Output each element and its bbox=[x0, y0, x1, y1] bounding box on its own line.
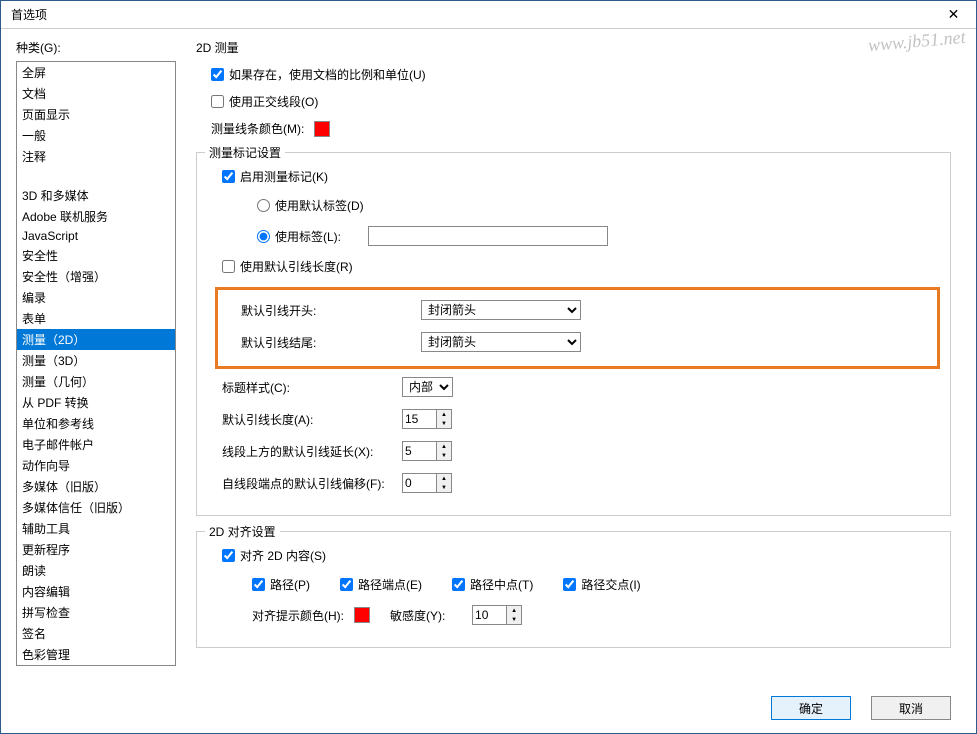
use-default-line-len-checkbox[interactable] bbox=[222, 260, 235, 273]
use-doc-scale-checkbox[interactable] bbox=[211, 68, 224, 81]
list-item[interactable]: 安全性（增强） bbox=[17, 266, 175, 287]
list-item[interactable]: 朗读 bbox=[17, 560, 175, 581]
default-line-len-input[interactable] bbox=[402, 409, 437, 429]
use-default-label-text: 使用默认标签(D) bbox=[275, 197, 364, 214]
list-item[interactable]: 一般 bbox=[17, 125, 175, 146]
spinner-up-icon[interactable]: ▲ bbox=[437, 442, 451, 451]
line-offset-end-label: 自线段端点的默认引线偏移(F): bbox=[222, 475, 402, 492]
line-color-swatch[interactable] bbox=[314, 121, 330, 137]
label-input[interactable] bbox=[368, 226, 608, 246]
list-item[interactable]: 辅助工具 bbox=[17, 518, 175, 539]
sensitivity-label: 敏感度(Y): bbox=[390, 607, 445, 624]
cancel-button[interactable]: 取消 bbox=[871, 696, 951, 720]
use-ortho-label: 使用正交线段(O) bbox=[229, 93, 318, 110]
path-end-label: 路径端点(E) bbox=[358, 576, 422, 593]
align-2d-label: 对齐 2D 内容(S) bbox=[240, 547, 326, 564]
default-line-start-select[interactable]: 封闭箭头 bbox=[421, 300, 581, 320]
hint-color-label: 对齐提示颜色(H): bbox=[252, 607, 344, 624]
line-ext-above-input[interactable] bbox=[402, 441, 437, 461]
use-default-label-radio[interactable] bbox=[257, 199, 270, 212]
default-line-end-select[interactable]: 封闭箭头 bbox=[421, 332, 581, 352]
path-mid-checkbox[interactable] bbox=[452, 578, 465, 591]
list-item[interactable]: 身份信息 bbox=[17, 665, 175, 666]
list-item[interactable]: JavaScript bbox=[17, 227, 175, 245]
path-cross-label: 路径交点(I) bbox=[581, 576, 640, 593]
line-offset-end-input[interactable] bbox=[402, 473, 437, 493]
path-label: 路径(P) bbox=[270, 576, 310, 593]
path-cross-checkbox[interactable] bbox=[563, 578, 576, 591]
path-mid-label: 路径中点(T) bbox=[470, 576, 533, 593]
line-color-label: 测量线条颜色(M): bbox=[211, 120, 304, 137]
list-item[interactable]: 测量（3D） bbox=[17, 350, 175, 371]
path-checkbox[interactable] bbox=[252, 578, 265, 591]
default-line-len-label: 默认引线长度(A): bbox=[222, 411, 402, 428]
enable-mark-label: 启用测量标记(K) bbox=[240, 168, 328, 185]
list-item[interactable]: 注释 bbox=[17, 146, 175, 167]
spinner-up-icon[interactable]: ▲ bbox=[507, 606, 521, 615]
list-item[interactable]: 拼写检查 bbox=[17, 602, 175, 623]
list-item[interactable]: 电子邮件帐户 bbox=[17, 434, 175, 455]
hint-color-swatch[interactable] bbox=[354, 607, 370, 623]
list-item[interactable]: 签名 bbox=[17, 623, 175, 644]
spinner-down-icon[interactable]: ▼ bbox=[437, 451, 451, 460]
list-item[interactable]: 编录 bbox=[17, 287, 175, 308]
spinner-down-icon[interactable]: ▼ bbox=[437, 483, 451, 492]
list-item[interactable]: 全屏 bbox=[17, 62, 175, 83]
list-item[interactable]: 单位和参考线 bbox=[17, 413, 175, 434]
list-item[interactable]: 安全性 bbox=[17, 245, 175, 266]
align-group-title: 2D 对齐设置 bbox=[205, 523, 280, 540]
mark-settings-group: 测量标记设置 启用测量标记(K) 使用默认标签(D) 使用标签(L): bbox=[196, 152, 951, 516]
list-item[interactable]: 测量（几何） bbox=[17, 371, 175, 392]
list-item[interactable]: 内容编辑 bbox=[17, 581, 175, 602]
list-item[interactable]: 测量（2D） bbox=[17, 329, 175, 350]
enable-mark-checkbox[interactable] bbox=[222, 170, 235, 183]
highlight-box: 默认引线开头: 封闭箭头 默认引线结尾: 封闭箭头 bbox=[215, 287, 940, 369]
window-title: 首选项 bbox=[11, 6, 931, 23]
align-settings-group: 2D 对齐设置 对齐 2D 内容(S) 路径(P) 路径端点(E) 路径中点(T… bbox=[196, 531, 951, 648]
path-end-checkbox[interactable] bbox=[340, 578, 353, 591]
list-item[interactable]: 表单 bbox=[17, 308, 175, 329]
mark-group-title: 测量标记设置 bbox=[205, 144, 285, 161]
list-item[interactable]: Adobe 联机服务 bbox=[17, 206, 175, 227]
spinner-up-icon[interactable]: ▲ bbox=[437, 474, 451, 483]
title-style-select[interactable]: 内部 bbox=[402, 377, 453, 397]
spinner-down-icon[interactable]: ▼ bbox=[437, 419, 451, 428]
list-item[interactable]: 多媒体（旧版） bbox=[17, 476, 175, 497]
list-item[interactable]: 文档 bbox=[17, 83, 175, 104]
list-item[interactable]: 动作向导 bbox=[17, 455, 175, 476]
titlebar: 首选项 ✕ bbox=[1, 1, 976, 29]
use-label-radio[interactable] bbox=[257, 230, 270, 243]
close-button[interactable]: ✕ bbox=[931, 1, 976, 29]
spinner-up-icon[interactable]: ▲ bbox=[437, 410, 451, 419]
use-default-line-len-label: 使用默认引线长度(R) bbox=[240, 258, 353, 275]
list-item[interactable]: 页面显示 bbox=[17, 104, 175, 125]
list-item[interactable] bbox=[17, 167, 175, 185]
use-doc-scale-label: 如果存在，使用文档的比例和单位(U) bbox=[229, 66, 426, 83]
list-item[interactable]: 从 PDF 转换 bbox=[17, 392, 175, 413]
default-line-start-label: 默认引线开头: bbox=[241, 302, 421, 319]
category-listbox[interactable]: 全屏文档页面显示一般注释 3D 和多媒体Adobe 联机服务JavaScript… bbox=[16, 61, 176, 666]
list-item[interactable]: 更新程序 bbox=[17, 539, 175, 560]
spinner-down-icon[interactable]: ▼ bbox=[507, 615, 521, 624]
list-item[interactable]: 多媒体信任（旧版） bbox=[17, 497, 175, 518]
line-ext-above-label: 线段上方的默认引线延长(X): bbox=[222, 443, 402, 460]
section-title: 2D 测量 bbox=[196, 39, 951, 56]
ok-button[interactable]: 确定 bbox=[771, 696, 851, 720]
sensitivity-input[interactable] bbox=[472, 605, 507, 625]
use-ortho-checkbox[interactable] bbox=[211, 95, 224, 108]
align-2d-checkbox[interactable] bbox=[222, 549, 235, 562]
list-item[interactable]: 色彩管理 bbox=[17, 644, 175, 665]
list-item[interactable]: 3D 和多媒体 bbox=[17, 185, 175, 206]
title-style-label: 标题样式(C): bbox=[222, 379, 402, 396]
category-label: 种类(G): bbox=[16, 39, 176, 56]
use-label-text: 使用标签(L): bbox=[275, 228, 341, 245]
default-line-end-label: 默认引线结尾: bbox=[241, 334, 421, 351]
